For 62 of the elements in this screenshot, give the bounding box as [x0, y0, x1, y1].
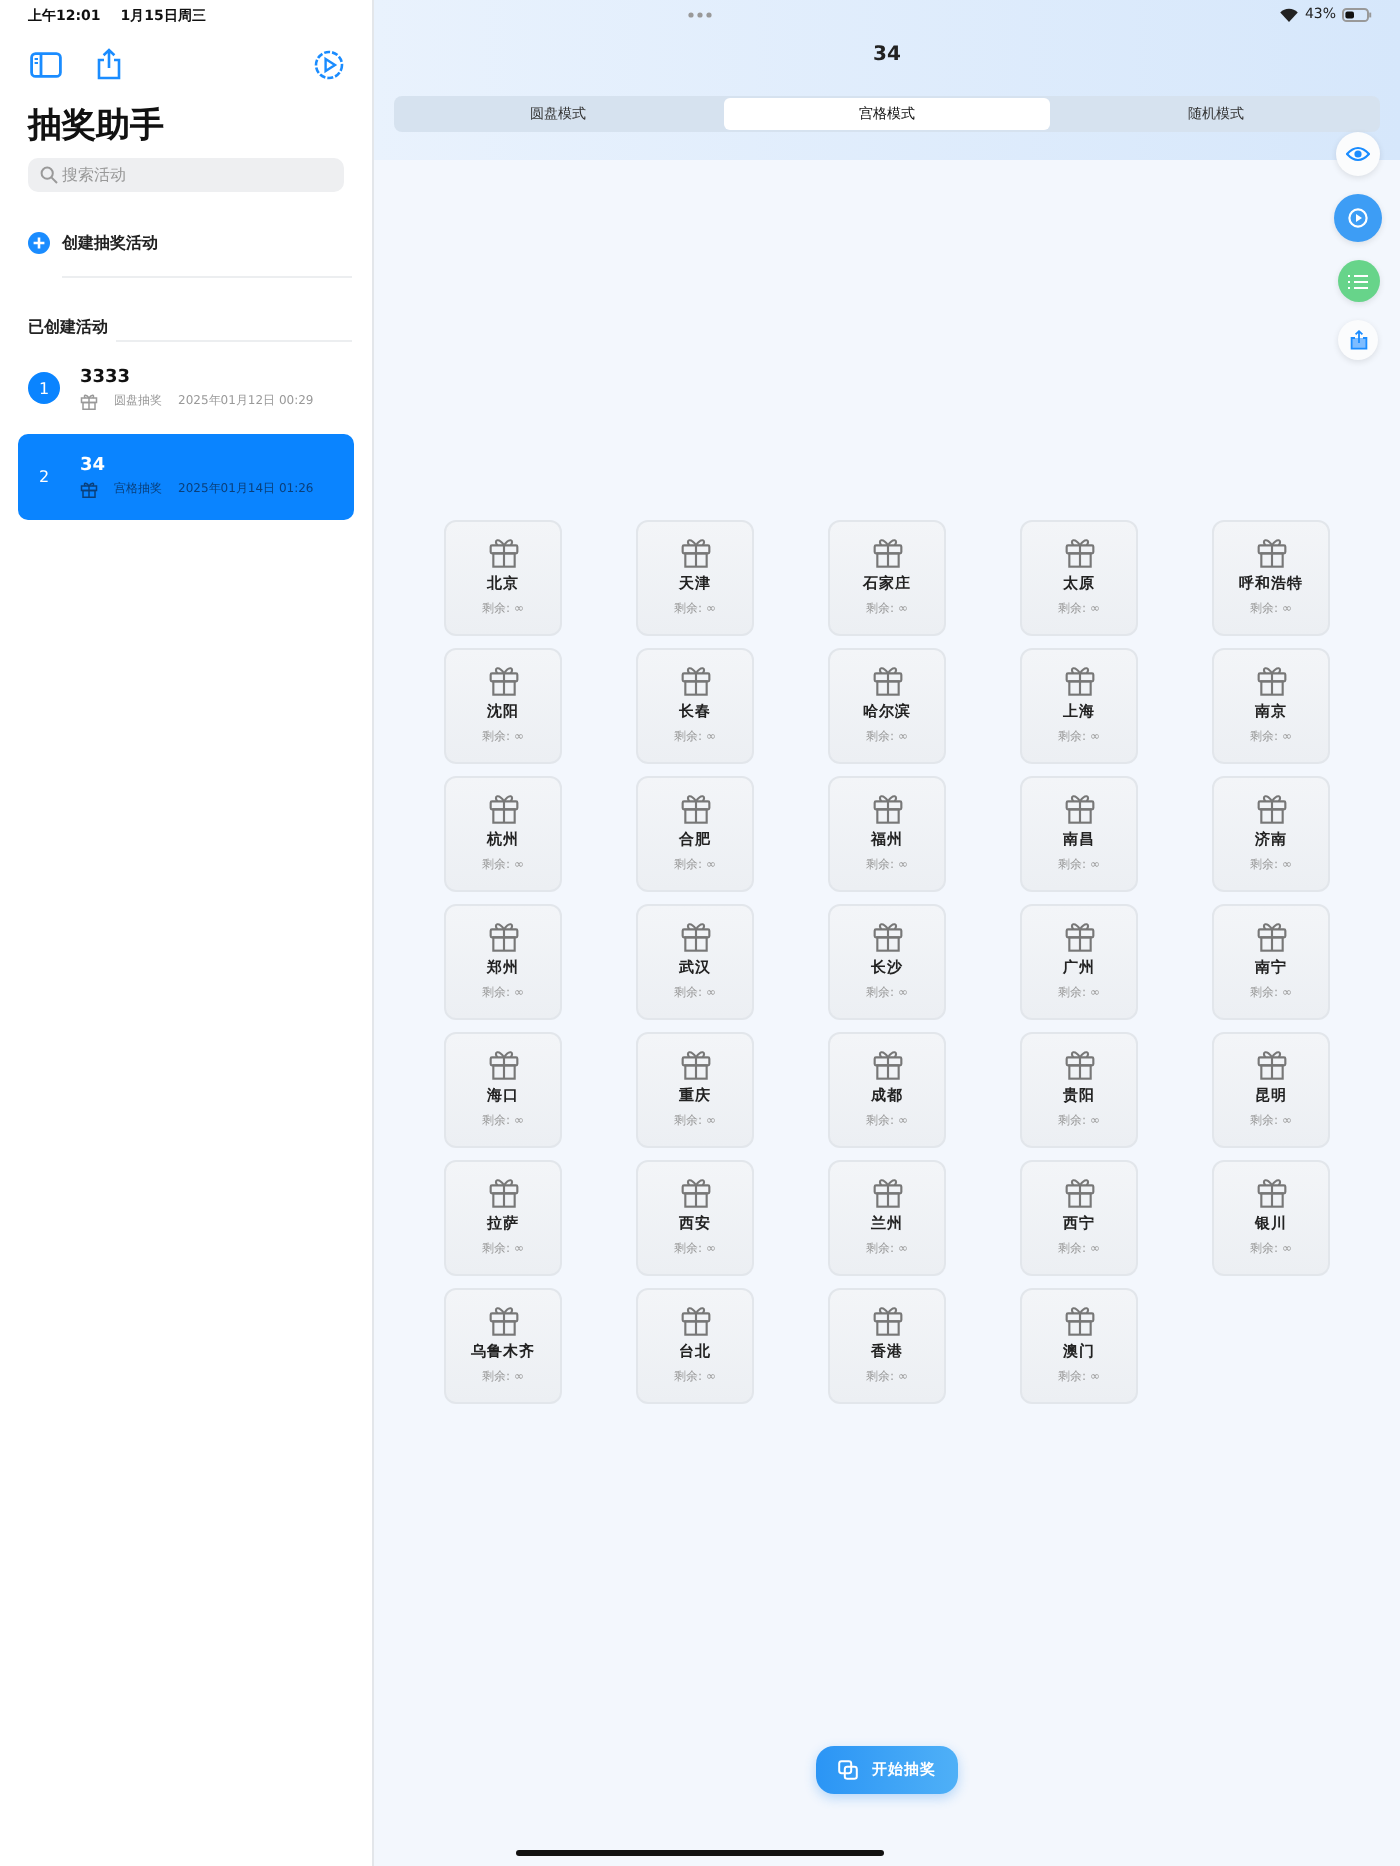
copy-icon [838, 1760, 858, 1780]
section-title: 已创建活动 [28, 316, 108, 338]
gift-icon [487, 792, 519, 824]
gift-icon [80, 480, 98, 498]
gift-icon [871, 664, 903, 696]
gift-icon [487, 1048, 519, 1080]
gift-icon [487, 1176, 519, 1208]
gift-icon [487, 1304, 519, 1336]
activity-name: 3333 [80, 367, 133, 387]
sidebar-toggle-icon[interactable] [30, 51, 62, 77]
gift-icon [1255, 1176, 1287, 1208]
gift-icon [80, 391, 98, 409]
multitask-dots-icon[interactable] [688, 12, 712, 18]
search-field[interactable]: 搜索活动 [28, 158, 344, 192]
gift-icon [487, 920, 519, 952]
gift-icon [679, 920, 711, 952]
gift-icon [679, 1048, 711, 1080]
share-icon[interactable] [96, 48, 122, 80]
gift-icon [1063, 664, 1095, 696]
gift-icon [679, 1304, 711, 1336]
gift-icon [1255, 664, 1287, 696]
play-circle-icon[interactable] [314, 49, 344, 79]
gift-icon [871, 1304, 903, 1336]
index-badge: 1 [28, 372, 60, 404]
app-title: 抽奖助手 [28, 104, 166, 148]
visibility-button[interactable] [1336, 132, 1380, 176]
gift-icon [1255, 1048, 1287, 1080]
eye-icon [1346, 146, 1370, 162]
gift-icon [679, 792, 711, 824]
share-button[interactable] [1338, 320, 1378, 360]
activity-name: 34 [80, 456, 108, 476]
battery-icon [1342, 7, 1372, 21]
gift-icon [871, 920, 903, 952]
gift-icon [1063, 536, 1095, 568]
gift-icon [871, 792, 903, 824]
gift-icon [1063, 792, 1095, 824]
wifi-icon [1280, 7, 1299, 21]
share-icon [1349, 330, 1367, 350]
play-circle-icon [1348, 208, 1368, 228]
gift-icon [1255, 792, 1287, 824]
gift-icon [1255, 920, 1287, 952]
search-icon [40, 166, 58, 184]
list-icon [1348, 273, 1368, 289]
list-button[interactable] [1337, 260, 1379, 302]
gift-icon [679, 536, 711, 568]
plus-icon [28, 232, 50, 254]
gift-icon [871, 536, 903, 568]
create-activity-button[interactable]: 创建抽奖活动 [28, 232, 158, 254]
gift-icon [871, 1048, 903, 1080]
gift-icon [1063, 1176, 1095, 1208]
gift-icon [1063, 1304, 1095, 1336]
play-button[interactable] [1334, 194, 1382, 242]
gift-icon [487, 664, 519, 696]
gift-icon [487, 536, 519, 568]
gift-icon [1255, 536, 1287, 568]
gift-icon [871, 1176, 903, 1208]
gift-icon [1063, 920, 1095, 952]
gift-icon [679, 1176, 711, 1208]
gift-icon [679, 664, 711, 696]
page-title: 34 [873, 44, 901, 66]
index-number: 2 [36, 466, 52, 490]
gift-icon [1063, 1048, 1095, 1080]
